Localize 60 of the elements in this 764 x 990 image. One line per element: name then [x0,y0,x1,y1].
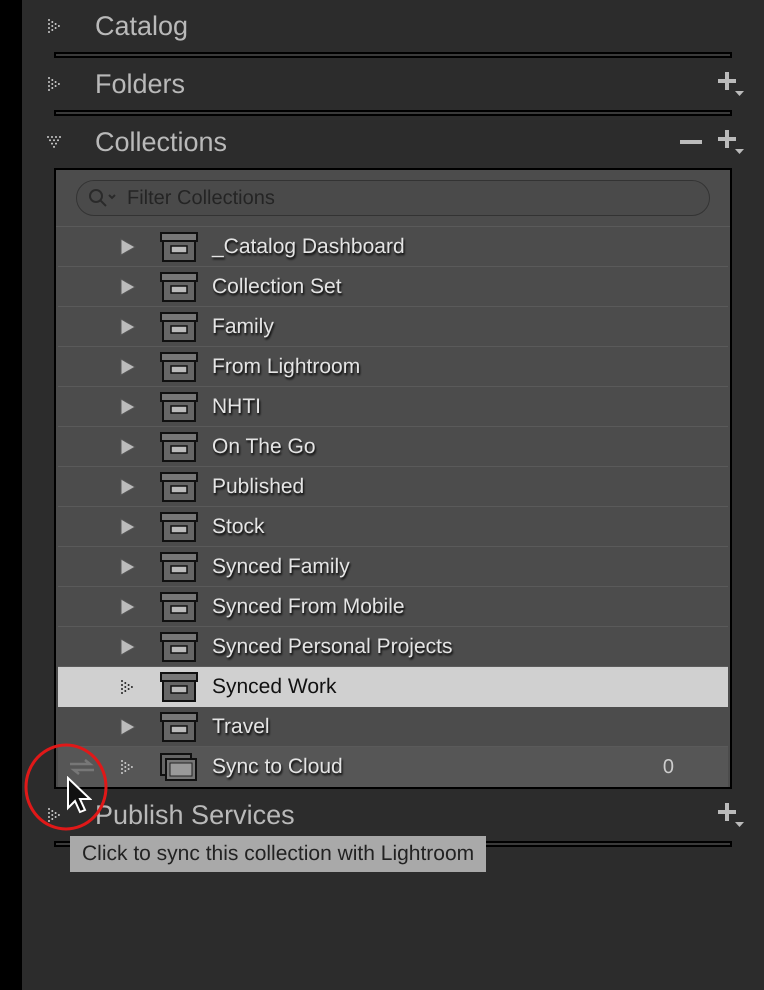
collection-set-icon [160,472,198,502]
panel-title[interactable]: Folders [95,64,186,104]
collection-name: Synced Family [212,554,350,580]
collection-name: From Lightroom [212,354,360,380]
expand-arrow-icon[interactable] [120,478,136,496]
expand-arrow-icon[interactable] [120,238,136,256]
expand-arrow-icon[interactable] [120,358,136,376]
expand-arrow-icon[interactable] [120,758,134,776]
panel-title[interactable]: Catalog [95,6,188,46]
collection-name: On The Go [212,434,316,460]
expand-arrow-icon[interactable] [120,638,136,656]
collection-name: Collection Set [212,274,342,300]
remove-icon[interactable] [680,139,702,145]
cursor-icon [66,776,92,816]
collection-name: Synced From Mobile [212,594,405,620]
expand-arrow-icon[interactable] [120,518,136,536]
collection-name: Sync to Cloud [212,754,343,780]
collection-name: _Catalog Dashboard [212,234,405,260]
collection-name: Published [212,474,304,500]
panel-title[interactable]: Collections [95,122,228,162]
collapsed-icon[interactable] [47,75,61,93]
collection-name: Synced Personal Projects [212,634,452,660]
collection-set-icon [160,312,198,342]
expand-arrow-icon[interactable] [120,558,136,576]
collection-set-icon [160,672,198,702]
expand-arrow-icon[interactable] [120,678,134,696]
panel-title[interactable]: Publish Services [95,794,295,836]
collection-set-icon [160,272,198,302]
collection-set-icon [160,392,198,422]
collection-name: Stock [212,514,265,540]
collection-set-icon [160,512,198,542]
photo-count: 0 [662,754,674,780]
expand-arrow-icon[interactable] [120,398,136,416]
expand-arrow-icon[interactable] [120,718,136,736]
collection-name: Synced Work [212,674,336,700]
add-icon[interactable] [718,129,744,155]
collection-set-icon [160,592,198,622]
collapsed-icon[interactable] [47,806,61,824]
expanded-icon[interactable] [45,135,63,149]
collection-icon [160,752,198,780]
tooltip: Click to sync this collection with Lightroom [70,836,486,872]
collection-name: Travel [212,714,270,740]
expand-arrow-icon[interactable] [120,598,136,616]
collection-set-icon [160,632,198,662]
collection-row[interactable]: Sync to Cloud 0 [58,747,728,787]
collection-set-icon [160,712,198,742]
collection-set-icon [160,232,198,262]
expand-arrow-icon[interactable] [120,318,136,336]
expand-arrow-icon[interactable] [120,278,136,296]
collection-set-icon [160,432,198,462]
collection-row[interactable]: Synced Work [58,667,728,707]
add-icon[interactable] [718,71,744,97]
add-icon[interactable] [718,802,744,828]
search-icon [88,188,118,208]
collection-set-icon [160,352,198,382]
collapsed-icon[interactable] [47,17,61,35]
collection-name: NHTI [212,394,261,420]
expand-arrow-icon[interactable] [120,438,136,456]
collection-set-icon [160,552,198,582]
collection-name: Family [212,314,274,340]
